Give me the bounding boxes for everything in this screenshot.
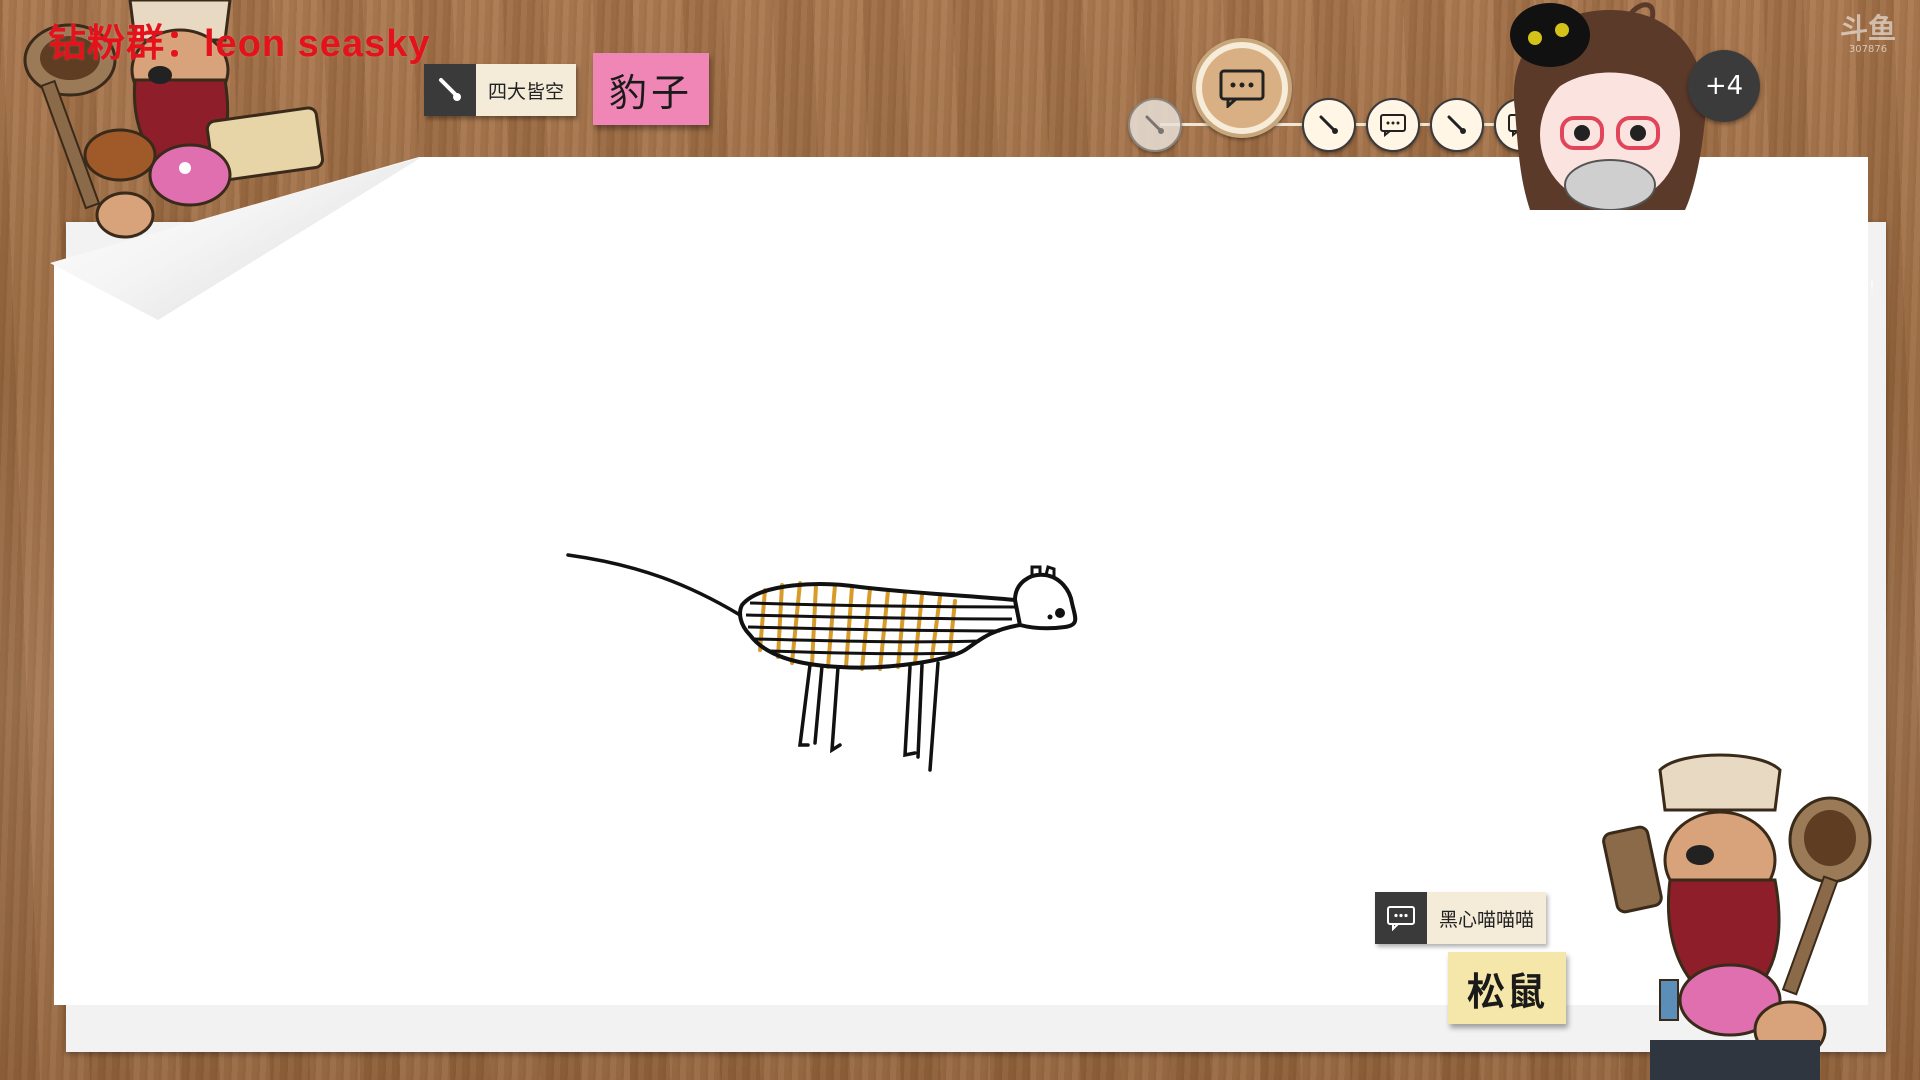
side-notice: 今晚节目 夏季赛本已通！ 70_猜猜猜 xyxy=(1772,246,1884,330)
fan-group-watermark: 钻粉群：leon seasky xyxy=(48,23,431,65)
chat-icon xyxy=(1375,892,1427,944)
brush-icon xyxy=(1447,115,1466,134)
turn-node-brush xyxy=(1302,98,1356,152)
guess-note: 松鼠 xyxy=(1448,952,1566,1024)
current-word-note: 豹子 xyxy=(593,53,709,125)
guesser-tag: 黑心喵喵喵 xyxy=(1375,892,1547,944)
side-notice-line: 夏季赛本已通！ xyxy=(1772,278,1885,297)
dwarf-character-bottomright xyxy=(1602,753,1872,1080)
drawer-tag: 四大皆空 xyxy=(424,64,577,116)
chat-icon xyxy=(1380,114,1406,137)
turn-node-brush xyxy=(1128,98,1182,152)
room-id: 307876 xyxy=(1848,44,1888,55)
logo-mark: 斗鱼 xyxy=(1839,12,1896,45)
streamer-avatar xyxy=(1510,2,1706,210)
guesser-name: 黑心喵喵喵 xyxy=(1427,892,1547,944)
side-notice-line: 70_猜猜猜 xyxy=(1772,306,1849,325)
brush-icon xyxy=(1145,115,1164,134)
turn-node-current xyxy=(1192,38,1292,138)
animal-drawing xyxy=(566,553,1078,772)
brush-icon xyxy=(1319,115,1338,134)
drawer-name: 四大皆空 xyxy=(476,64,577,116)
chat-icon xyxy=(1219,69,1265,108)
turn-node-brush xyxy=(1430,98,1484,152)
side-notice-line: 今晚节目 xyxy=(1772,250,1837,269)
brush-icon xyxy=(424,64,476,116)
more-players-count[interactable]: +4 xyxy=(1688,50,1760,122)
site-logo: 斗鱼 307876 xyxy=(1838,14,1898,74)
turn-node-chat xyxy=(1366,98,1420,152)
